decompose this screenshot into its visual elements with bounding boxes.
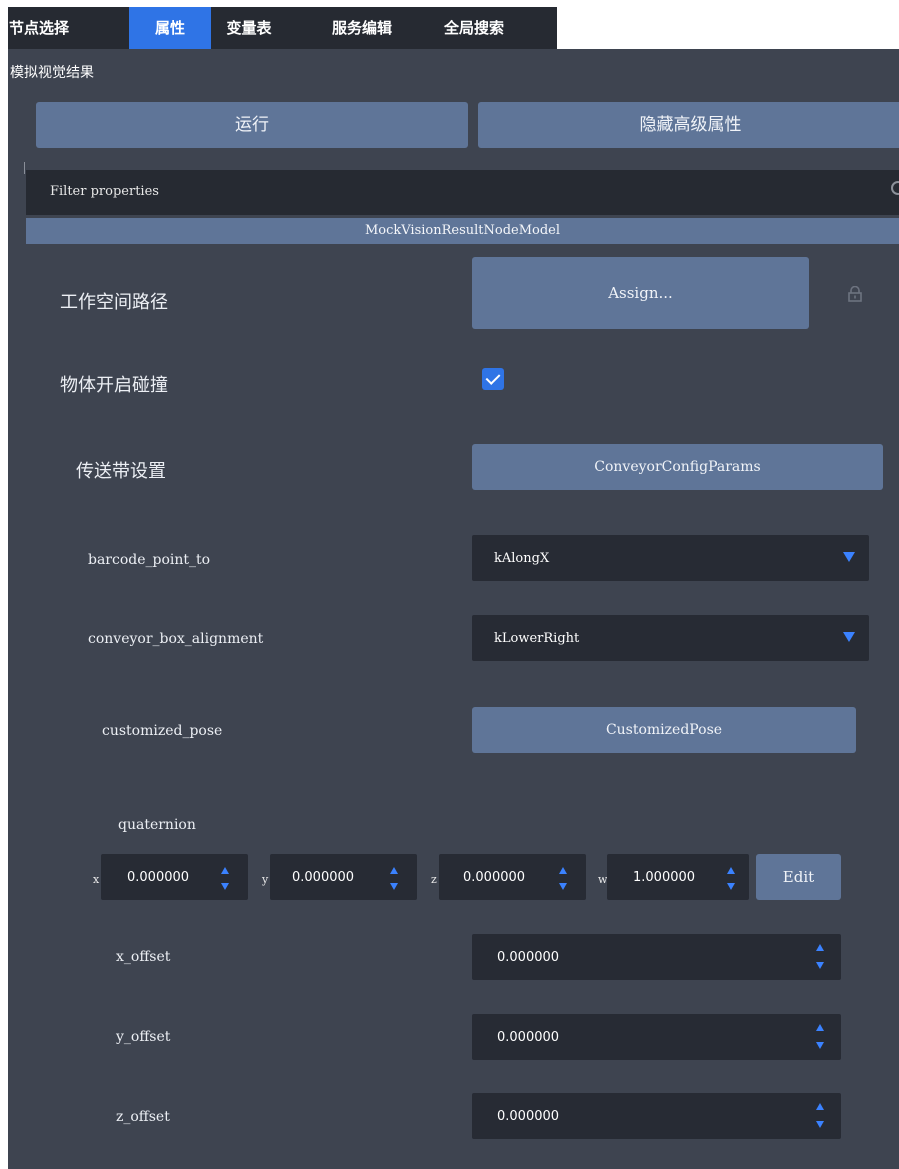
properties-panel: 节点选择 属性 变量表 服务编辑 全局搜索 模拟视觉结果 运行 隐藏高级属性 F… [8, 7, 899, 1169]
z-offset-spinbox[interactable]: 0.000000 [472, 1093, 841, 1139]
conveyor-box-alignment-value: kLowerRight [494, 631, 580, 646]
filter-properties-input[interactable]: Filter properties [26, 170, 899, 215]
z-offset-label: z_offset [116, 1109, 170, 1125]
quaternion-label: quaternion [118, 817, 196, 833]
hide-advanced-button[interactable]: 隐藏高级属性 [478, 102, 899, 148]
spin-up-icon[interactable] [221, 867, 229, 874]
spin-down-icon[interactable] [816, 1042, 824, 1049]
quaternion-y-value: 0.000000 [292, 870, 355, 885]
chevron-down-icon [843, 632, 855, 642]
panel-title: 模拟视觉结果 [10, 65, 94, 81]
divider [24, 162, 25, 174]
search-icon[interactable] [891, 181, 899, 195]
spin-down-icon[interactable] [221, 883, 229, 890]
chevron-down-icon [843, 552, 855, 562]
spin-down-icon[interactable] [559, 883, 567, 890]
quaternion-y-spinbox[interactable]: 0.000000 [270, 854, 417, 900]
assign-button[interactable]: Assign... [472, 257, 809, 329]
check-icon [485, 370, 501, 385]
conveyor-settings-label: 传送带设置 [76, 461, 166, 482]
tab-bar: 节点选择 属性 变量表 服务编辑 全局搜索 [8, 7, 899, 49]
y-offset-spinbox[interactable]: 0.000000 [472, 1014, 841, 1060]
tab-global-search[interactable]: 全局搜索 [438, 7, 510, 49]
quaternion-w-value: 1.000000 [633, 870, 696, 885]
spin-up-icon[interactable] [559, 867, 567, 874]
quaternion-x-value: 0.000000 [127, 870, 190, 885]
tab-properties[interactable]: 属性 [129, 7, 211, 49]
customized-pose-button[interactable]: CustomizedPose [472, 707, 856, 753]
lock-icon[interactable] [848, 286, 862, 302]
barcode-point-to-select[interactable]: kAlongX [472, 535, 869, 581]
run-button[interactable]: 运行 [36, 102, 468, 148]
quaternion-z-value: 0.000000 [463, 870, 526, 885]
spin-down-icon[interactable] [390, 883, 398, 890]
quaternion-z-spinbox[interactable]: 0.000000 [439, 854, 586, 900]
x-offset-value: 0.000000 [497, 950, 560, 965]
customized-pose-label: customized_pose [102, 723, 223, 739]
y-offset-label: y_offset [116, 1029, 171, 1045]
quaternion-x-axis-label: x [93, 873, 100, 886]
x-offset-label: x_offset [116, 949, 171, 965]
spin-up-icon[interactable] [816, 1103, 824, 1110]
quaternion-z-axis-label: z [431, 873, 437, 886]
z-offset-value: 0.000000 [497, 1109, 560, 1124]
quaternion-w-axis-label: w [598, 873, 608, 886]
spin-down-icon[interactable] [816, 1121, 824, 1128]
filter-placeholder: Filter properties [50, 184, 159, 199]
quaternion-edit-button[interactable]: Edit [756, 854, 841, 900]
spin-up-icon[interactable] [816, 944, 824, 951]
model-name-header: MockVisionResultNodeModel [26, 218, 899, 244]
quaternion-y-axis-label: y [262, 873, 269, 886]
spin-up-icon[interactable] [390, 867, 398, 874]
spin-up-icon[interactable] [727, 867, 735, 874]
object-collision-label: 物体开启碰撞 [60, 375, 168, 396]
workspace-path-label: 工作空间路径 [60, 292, 168, 313]
tab-service-edit[interactable]: 服务编辑 [326, 7, 398, 49]
spin-down-icon[interactable] [727, 883, 735, 890]
conveyor-config-params-button[interactable]: ConveyorConfigParams [472, 444, 883, 490]
tab-node-select[interactable]: 节点选择 [8, 7, 70, 49]
barcode-point-to-value: kAlongX [494, 551, 550, 566]
spin-up-icon[interactable] [816, 1024, 824, 1031]
conveyor-box-alignment-select[interactable]: kLowerRight [472, 615, 869, 661]
spin-down-icon[interactable] [816, 962, 824, 969]
conveyor-box-alignment-label: conveyor_box_alignment [88, 631, 264, 647]
tab-bar-empty [557, 7, 899, 49]
y-offset-value: 0.000000 [497, 1030, 560, 1045]
quaternion-w-spinbox[interactable]: 1.000000 [607, 854, 749, 900]
barcode-point-to-label: barcode_point_to [88, 552, 211, 568]
x-offset-spinbox[interactable]: 0.000000 [472, 934, 841, 980]
tab-variable-table[interactable]: 变量表 [218, 7, 280, 49]
quaternion-x-spinbox[interactable]: 0.000000 [101, 854, 248, 900]
object-collision-checkbox[interactable] [482, 368, 504, 390]
